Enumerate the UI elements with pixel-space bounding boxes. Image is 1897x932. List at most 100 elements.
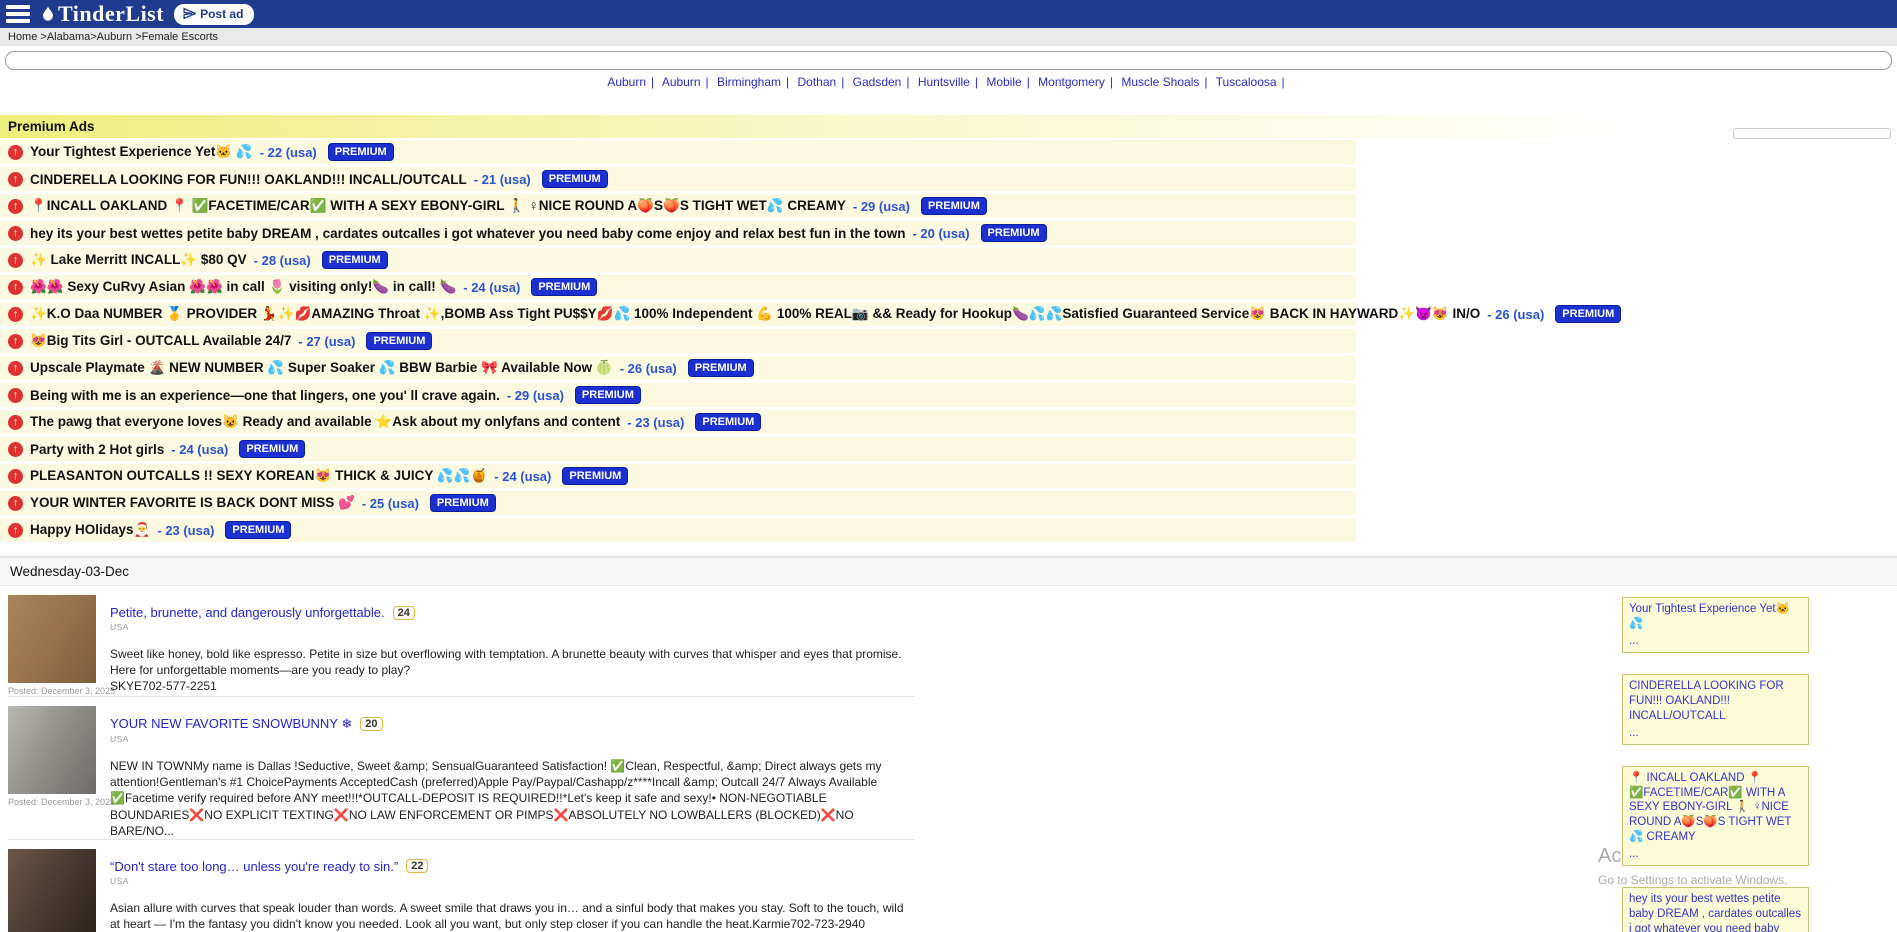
listing-photo-column: Posted: December 3, 2025 bbox=[8, 706, 98, 839]
listing-photo[interactable] bbox=[8, 849, 96, 932]
listing-photo[interactable] bbox=[8, 706, 96, 794]
premium-ad-age-meta: - 25 (usa) bbox=[362, 496, 419, 511]
listing-body: Petite, brunette, and dangerously unforg… bbox=[110, 595, 915, 696]
city-link[interactable]: Auburn bbox=[662, 75, 701, 89]
premium-ad-title: hey its your best wettes petite baby DRE… bbox=[30, 226, 905, 241]
premium-ad-row[interactable]: ↑ PLEASANTON OUTCALLS !! SEXY KOREAN😻 TH… bbox=[0, 464, 1356, 488]
premium-ad-row[interactable]: ↑ ✨K.O Daa NUMBER 🥇 PROVIDER 💃✨💋AMAZING … bbox=[0, 302, 1356, 326]
breadcrumb[interactable]: Home >Alabama>Auburn >Female Escorts bbox=[0, 28, 1897, 46]
premium-badge: PREMIUM bbox=[328, 143, 394, 161]
city-separator: | bbox=[841, 75, 844, 89]
premium-ad-title: ✨ Lake Merritt INCALL✨ $80 QV bbox=[30, 252, 247, 268]
premium-badge: PREMIUM bbox=[239, 440, 305, 458]
premium-ad-age-meta: - 23 (usa) bbox=[157, 523, 214, 538]
premium-ad-row[interactable]: ↑ ✨ Lake Merritt INCALL✨ $80 QV - 28 (us… bbox=[0, 248, 1356, 272]
floating-scrollbar[interactable] bbox=[1733, 128, 1891, 139]
sidebar-ad-title: hey its your best wettes petite baby DRE… bbox=[1629, 893, 1801, 932]
age-badge: 20 bbox=[360, 717, 382, 731]
premium-ad-row[interactable]: ↑ hey its your best wettes petite baby D… bbox=[0, 221, 1356, 245]
city-link[interactable]: Birmingham bbox=[717, 75, 781, 89]
sidebar-ad-box[interactable]: ↑hey its your best wettes petite baby DR… bbox=[1622, 887, 1809, 932]
city-separator: | bbox=[975, 75, 978, 89]
listing-location: USA bbox=[110, 876, 915, 886]
premium-ad-age-meta: - 24 (usa) bbox=[171, 442, 228, 457]
premium-ad-row[interactable]: ↑ Party with 2 Hot girls - 24 (usa) PREM… bbox=[0, 437, 1356, 461]
brand-logo[interactable]: TinderList bbox=[40, 1, 164, 27]
city-separator: | bbox=[651, 75, 654, 89]
paper-plane-icon bbox=[183, 7, 196, 20]
up-arrow-icon: ↑ bbox=[8, 253, 23, 268]
premium-ad-row[interactable]: ↑ 📍INCALL OAKLAND 📍 ✅FACETIME/CAR✅ WITH … bbox=[0, 194, 1356, 218]
premium-ad-row[interactable]: ↑ Your Tightest Experience Yet🐱 💦 - 22 (… bbox=[0, 140, 1356, 164]
premium-ad-age-meta: - 27 (usa) bbox=[298, 334, 355, 349]
sidebar-ad-box[interactable]: ↑Your Tightest Experience Yet🐱 💦 ... bbox=[1622, 597, 1809, 653]
sidebar-ad-title: Your Tightest Experience Yet🐱 💦 bbox=[1629, 603, 1790, 630]
listing-photo[interactable] bbox=[8, 595, 96, 683]
premium-ad-title: PLEASANTON OUTCALLS !! SEXY KOREAN😻 THIC… bbox=[30, 468, 487, 484]
premium-ad-age-meta: - 28 (usa) bbox=[254, 253, 311, 268]
city-link[interactable]: Tuscaloosa bbox=[1216, 75, 1277, 89]
city-separator: | bbox=[786, 75, 789, 89]
city-separator: | bbox=[1204, 75, 1207, 89]
listing-body: “Don't stare too long… unless you're rea… bbox=[110, 849, 915, 932]
premium-badge: PREMIUM bbox=[322, 251, 388, 269]
hamburger-menu-icon[interactable] bbox=[6, 5, 30, 23]
search-input[interactable] bbox=[5, 51, 1892, 70]
premium-badge: PREMIUM bbox=[562, 467, 628, 485]
up-arrow-icon: ↑ bbox=[8, 442, 23, 457]
premium-ad-title: 🌺🌺 Sexy CuRvy Asian 🌺🌺 in call 🌷 visitin… bbox=[30, 279, 456, 295]
premium-ad-row[interactable]: ↑ The pawg that everyone loves😺 Ready an… bbox=[0, 410, 1356, 434]
premium-ad-title: Party with 2 Hot girls bbox=[30, 442, 164, 457]
listing-title-link[interactable]: “Don't stare too long… unless you're rea… bbox=[110, 859, 398, 874]
listing-row: Posted: December 3, 2025 “Don't stare to… bbox=[8, 840, 915, 932]
city-link[interactable]: Huntsville bbox=[918, 75, 970, 89]
premium-ad-row[interactable]: ↑ Being with me is an experience—one tha… bbox=[0, 383, 1356, 407]
premium-ad-age-meta: - 22 (usa) bbox=[260, 145, 317, 160]
premium-ad-title: Happy HOlidays🎅 bbox=[30, 522, 150, 538]
listing-photo-column: Posted: December 3, 2025 bbox=[8, 595, 98, 696]
premium-badge: PREMIUM bbox=[225, 521, 291, 539]
premium-ad-row[interactable]: ↑ YOUR WINTER FAVORITE IS BACK DONT MISS… bbox=[0, 491, 1356, 515]
sidebar-ad-box[interactable]: ↑📍 INCALL OAKLAND 📍 ✅FACETIME/CAR✅ WITH … bbox=[1622, 766, 1809, 867]
premium-ad-age-meta: - 29 (usa) bbox=[853, 199, 910, 214]
premium-ad-age-meta: - 26 (usa) bbox=[620, 361, 677, 376]
premium-ad-age-meta: - 26 (usa) bbox=[1487, 307, 1544, 322]
premium-ad-row[interactable]: ↑ 😻Big Tits Girl - OUTCALL Available 24/… bbox=[0, 329, 1356, 353]
premium-ad-row[interactable]: ↑ Happy HOlidays🎅 - 23 (usa) PREMIUM bbox=[0, 518, 1356, 542]
premium-ad-title: 😻Big Tits Girl - OUTCALL Available 24/7 bbox=[30, 333, 291, 349]
premium-ads-section: Premium Ads ↑ Your Tightest Experience Y… bbox=[0, 115, 1897, 542]
premium-ad-age-meta: - 23 (usa) bbox=[627, 415, 684, 430]
listing-location: USA bbox=[110, 734, 915, 744]
premium-ad-age-meta: - 20 (usa) bbox=[912, 226, 969, 241]
premium-badge: PREMIUM bbox=[430, 494, 496, 512]
city-separator: | bbox=[906, 75, 909, 89]
city-link[interactable]: Montgomery bbox=[1038, 75, 1105, 89]
premium-ads-list: ↑ Your Tightest Experience Yet🐱 💦 - 22 (… bbox=[0, 140, 1897, 542]
listing-title-link[interactable]: Petite, brunette, and dangerously unforg… bbox=[110, 605, 385, 620]
city-link[interactable]: Dothan bbox=[797, 75, 836, 89]
up-arrow-icon: ↑ bbox=[8, 199, 23, 214]
premium-ad-title: Being with me is an experience—one that … bbox=[30, 388, 500, 403]
listing-title-link[interactable]: YOUR NEW FAVORITE SNOWBUNNY ❄ bbox=[110, 716, 352, 732]
listing-location: USA bbox=[110, 622, 915, 632]
city-link[interactable]: Mobile bbox=[986, 75, 1021, 89]
city-nav: Auburn | Auburn | Birmingham | Dothan | Gads… bbox=[0, 72, 1897, 91]
listings-list: Posted: December 3, 2025 Petite, brunett… bbox=[0, 586, 915, 932]
premium-ad-row[interactable]: ↑ CINDERELLA LOOKING FOR FUN!!! OAKLAND!… bbox=[0, 167, 1356, 191]
sidebar-ad-box[interactable]: ↑CINDERELLA LOOKING FOR FUN!!! OAKLAND!!… bbox=[1622, 674, 1809, 745]
premium-ad-row[interactable]: ↑ Upscale Playmate 🌋 NEW NUMBER 💦 Super … bbox=[0, 356, 1356, 380]
listing-description: Asian allure with curves that speak loud… bbox=[110, 900, 915, 932]
sidebar-premium-list: ↑Your Tightest Experience Yet🐱 💦 ... ↑CI… bbox=[1622, 597, 1809, 932]
date-header: Wednesday-03-Dec bbox=[0, 556, 1897, 586]
city-link[interactable]: Auburn bbox=[607, 75, 646, 89]
city-separator: | bbox=[706, 75, 709, 89]
city-link[interactable]: Muscle Shoals bbox=[1121, 75, 1199, 89]
city-separator: | bbox=[1110, 75, 1113, 89]
premium-badge: PREMIUM bbox=[1555, 305, 1621, 323]
premium-ad-title: The pawg that everyone loves😺 Ready and … bbox=[30, 414, 620, 430]
post-ad-button[interactable]: Post ad bbox=[174, 4, 254, 25]
premium-ad-title: ✨K.O Daa NUMBER 🥇 PROVIDER 💃✨💋AMAZING Th… bbox=[30, 306, 1480, 322]
premium-ad-age-meta: - 24 (usa) bbox=[463, 280, 520, 295]
city-link[interactable]: Gadsden bbox=[853, 75, 902, 89]
premium-ad-row[interactable]: ↑ 🌺🌺 Sexy CuRvy Asian 🌺🌺 in call 🌷 visit… bbox=[0, 275, 1356, 299]
